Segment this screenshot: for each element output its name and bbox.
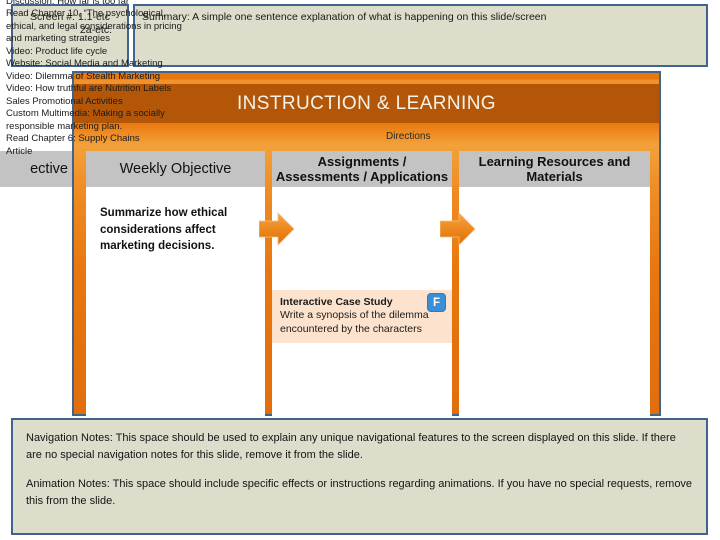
interactive-case-study-card[interactable]: Interactive Case Study Write a synopsis … <box>272 290 452 344</box>
column-learning-resources: Learning Resources and Materials <box>459 151 650 416</box>
summary-box: Summary: A simple one sentence explanati… <box>133 4 708 67</box>
column-objective-text-2: or ness. <box>0 244 64 279</box>
right-arrow-icon-1 <box>258 211 295 247</box>
animation-notes: Animation Notes: This space should inclu… <box>26 478 693 507</box>
navigation-notes: Navigation Notes: This space should be u… <box>26 432 676 461</box>
column-assignments: Assignments / Assessments / Applications… <box>272 151 452 416</box>
notes-box: Navigation Notes: This space should be u… <box>11 418 708 535</box>
column-weekly-objective-body: Summarize how ethical considerations aff… <box>86 187 265 416</box>
column-learning-resources-header: Learning Resources and Materials <box>459 151 650 187</box>
right-arrow-icon-2 <box>439 211 476 247</box>
directions-label: Directions <box>386 131 431 142</box>
column-assignments-body: Interactive Case Study Write a synopsis … <box>272 187 452 416</box>
case-study-description: Write a synopsis of the dilemma encounte… <box>280 309 429 335</box>
column-objective: ective ffected market or ness. <box>0 151 72 416</box>
flash-file-badge-icon[interactable]: F <box>428 294 445 311</box>
learning-resources-list: Read Chapter 2, “The Intelligent Investo… <box>6 0 182 157</box>
column-objective-body: ffected market or ness. <box>0 187 72 416</box>
case-study-title: Interactive Case Study <box>280 296 393 308</box>
page-title: INSTRUCTION & LEARNING <box>237 92 496 114</box>
column-objective-text-1: ffected market <box>0 197 64 232</box>
column-learning-resources-body <box>459 187 650 416</box>
column-assignments-header: Assignments / Assessments / Applications <box>272 151 452 187</box>
column-weekly-objective: Weekly Objective Summarize how ethical c… <box>86 151 265 416</box>
